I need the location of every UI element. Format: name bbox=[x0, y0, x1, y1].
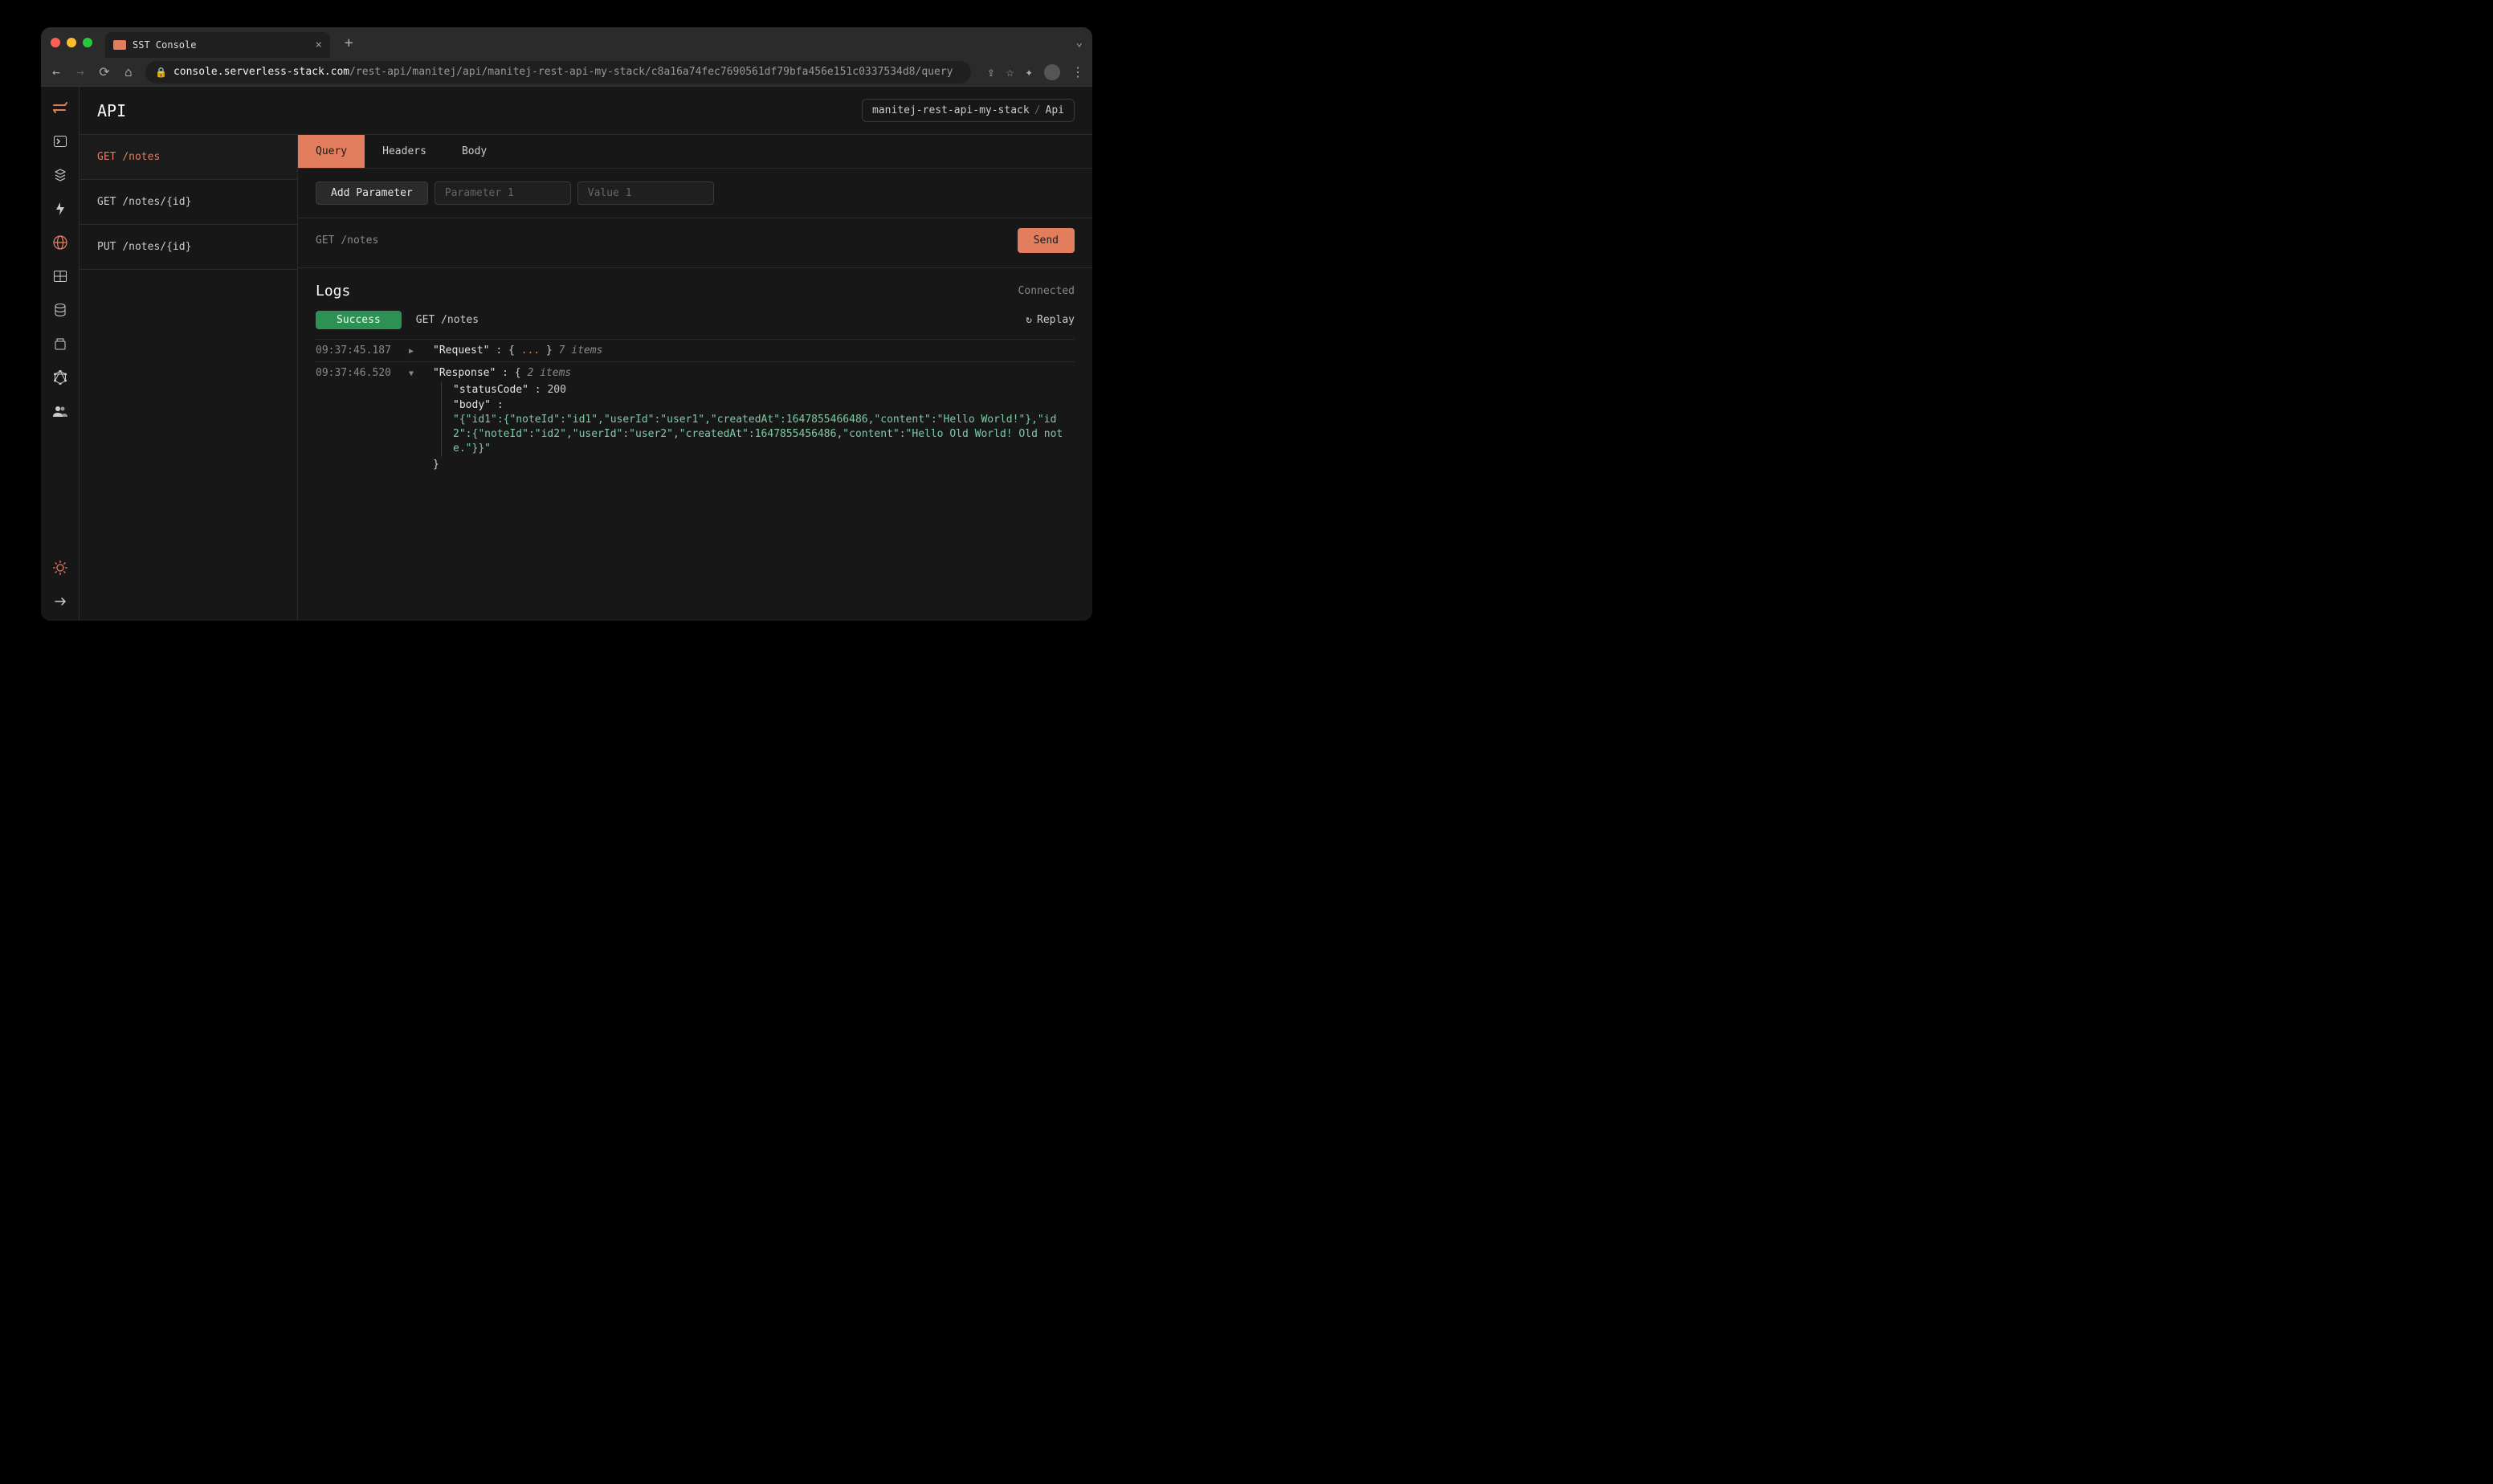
route-path: /notes/{id} bbox=[122, 196, 191, 208]
collapse-icon[interactable]: ▼ bbox=[409, 369, 414, 378]
tables-icon[interactable] bbox=[52, 268, 68, 284]
body-row: GET /notes GET /notes/{id} PUT /notes/{i… bbox=[80, 135, 1092, 621]
graphql-icon[interactable] bbox=[52, 369, 68, 385]
new-tab-button[interactable]: + bbox=[345, 35, 353, 51]
log-response-line[interactable]: 09:37:46.520 ▼ "Response" : { 2 items bbox=[316, 361, 1075, 475]
route-path: /notes/{id} bbox=[122, 241, 191, 253]
stack-selector[interactable]: manitej-rest-api-my-stack/Api bbox=[862, 99, 1075, 122]
params-row: Add Parameter bbox=[298, 169, 1092, 218]
expand-icon[interactable]: ▶ bbox=[409, 347, 414, 356]
route-item-get-notes[interactable]: GET /notes bbox=[80, 135, 297, 180]
database-icon[interactable] bbox=[52, 302, 68, 318]
send-button[interactable]: Send bbox=[1018, 228, 1075, 253]
timestamp: 09:37:45.187 bbox=[316, 344, 390, 357]
tab-query[interactable]: Query bbox=[298, 135, 365, 168]
window-controls bbox=[51, 38, 92, 47]
stacks-icon[interactable] bbox=[52, 167, 68, 183]
close-window-button[interactable] bbox=[51, 38, 60, 47]
detail-panel: Query Headers Body Add Parameter GET /no… bbox=[298, 135, 1092, 621]
toolbar: ← → ⟳ ⌂ 🔒 console.serverless-stack.com/r… bbox=[41, 58, 1092, 87]
users-icon[interactable] bbox=[52, 403, 68, 419]
bookmark-icon[interactable]: ☆ bbox=[1006, 64, 1014, 80]
close-tab-icon[interactable]: × bbox=[315, 39, 321, 51]
replay-label: Replay bbox=[1037, 314, 1075, 326]
logs-title: Logs bbox=[316, 283, 350, 300]
minimize-window-button[interactable] bbox=[67, 38, 76, 47]
logs-header: Logs Connected bbox=[316, 283, 1075, 300]
route-method: GET bbox=[97, 151, 116, 163]
back-button[interactable]: ← bbox=[49, 64, 63, 80]
browser-tab[interactable]: SST Console × bbox=[105, 32, 330, 58]
main-content: API manitej-rest-api-my-stack/Api GET /n… bbox=[80, 87, 1092, 621]
stack-name: manitej-rest-api-my-stack bbox=[872, 104, 1030, 116]
buckets-icon[interactable] bbox=[52, 336, 68, 352]
tabs-dropdown-icon[interactable]: ⌄ bbox=[1076, 36, 1083, 49]
nav-sidebar bbox=[41, 87, 80, 621]
tab-title: SST Console bbox=[133, 39, 196, 51]
response-status-code: "statusCode" : 200 bbox=[453, 382, 1075, 398]
page-header: API manitej-rest-api-my-stack/Api bbox=[80, 87, 1092, 135]
response-body: "statusCode" : 200 "body" : "{"id1":{"no… bbox=[441, 382, 1075, 457]
address-bar[interactable]: 🔒 console.serverless-stack.com/rest-api/… bbox=[145, 61, 971, 84]
lock-icon: 🔒 bbox=[155, 67, 167, 78]
status-badge: Success bbox=[316, 311, 402, 329]
send-row: GET /notes Send bbox=[298, 218, 1092, 268]
result-row: Success GET /notes ↻ Replay bbox=[316, 311, 1075, 329]
profile-avatar[interactable] bbox=[1044, 64, 1060, 80]
closing-brace: } bbox=[433, 457, 1075, 471]
share-icon[interactable]: ⇪ bbox=[987, 64, 995, 80]
param-name-input[interactable] bbox=[435, 181, 571, 205]
extensions-icon[interactable]: ✦ bbox=[1025, 64, 1033, 80]
url-path: /rest-api/manitej/api/manitej-rest-api-m… bbox=[349, 66, 953, 78]
collapse-sidebar-icon[interactable] bbox=[52, 593, 68, 610]
route-item-put-notes-id[interactable]: PUT /notes/{id} bbox=[80, 225, 297, 270]
request-path[interactable]: GET /notes bbox=[316, 234, 1018, 247]
forward-button[interactable]: → bbox=[73, 64, 88, 80]
tab-headers[interactable]: Headers bbox=[365, 135, 444, 168]
titlebar: SST Console × + ⌄ bbox=[41, 27, 1092, 58]
param-value-input[interactable] bbox=[577, 181, 714, 205]
maximize-window-button[interactable] bbox=[83, 38, 92, 47]
logo-icon[interactable] bbox=[52, 100, 68, 116]
tab-favicon bbox=[113, 40, 126, 50]
connection-status: Connected bbox=[1018, 285, 1075, 297]
theme-toggle-icon[interactable] bbox=[52, 560, 68, 576]
response-block: "Response" : { 2 items "statusCode" : 20… bbox=[433, 367, 1075, 471]
tab-body[interactable]: Body bbox=[444, 135, 504, 168]
add-parameter-button[interactable]: Add Parameter bbox=[316, 181, 428, 205]
route-method: PUT bbox=[97, 241, 116, 253]
route-item-get-notes-id[interactable]: GET /notes/{id} bbox=[80, 180, 297, 225]
response-body-key: "body" : bbox=[453, 398, 1075, 413]
log-request-line[interactable]: 09:37:45.187 ▶ "Request" : { ... } 7 ite… bbox=[316, 339, 1075, 361]
api-icon[interactable] bbox=[52, 234, 68, 251]
request-summary: "Request" : { ... } 7 items bbox=[433, 344, 602, 357]
url-host: console.serverless-stack.com bbox=[173, 66, 349, 78]
toolbar-right: ⇪ ☆ ✦ ⋮ bbox=[987, 64, 1084, 80]
reload-button[interactable]: ⟳ bbox=[97, 64, 112, 80]
route-path: /notes bbox=[122, 151, 160, 163]
routes-list: GET /notes GET /notes/{id} PUT /notes/{i… bbox=[80, 135, 298, 621]
replay-icon: ↻ bbox=[1026, 314, 1032, 326]
logs-panel: Logs Connected Success GET /notes ↻ Repl… bbox=[298, 268, 1092, 621]
request-tabs: Query Headers Body bbox=[298, 135, 1092, 169]
replay-button[interactable]: ↻ Replay bbox=[1026, 314, 1075, 326]
terminal-icon[interactable] bbox=[52, 133, 68, 149]
route-method: GET bbox=[97, 196, 116, 208]
resource-name: Api bbox=[1046, 104, 1064, 116]
browser-window: SST Console × + ⌄ ← → ⟳ ⌂ 🔒 console.serv… bbox=[41, 27, 1092, 621]
response-body-value: "{"id1":{"noteId":"id1","userId":"user1"… bbox=[453, 413, 1075, 457]
home-button[interactable]: ⌂ bbox=[121, 64, 136, 80]
overflow-menu-icon[interactable]: ⋮ bbox=[1071, 64, 1084, 80]
app: API manitej-rest-api-my-stack/Api GET /n… bbox=[41, 87, 1092, 621]
timestamp: 09:37:46.520 bbox=[316, 367, 390, 379]
functions-icon[interactable] bbox=[52, 201, 68, 217]
page-title: API bbox=[97, 101, 126, 120]
result-path: GET /notes bbox=[416, 314, 479, 326]
